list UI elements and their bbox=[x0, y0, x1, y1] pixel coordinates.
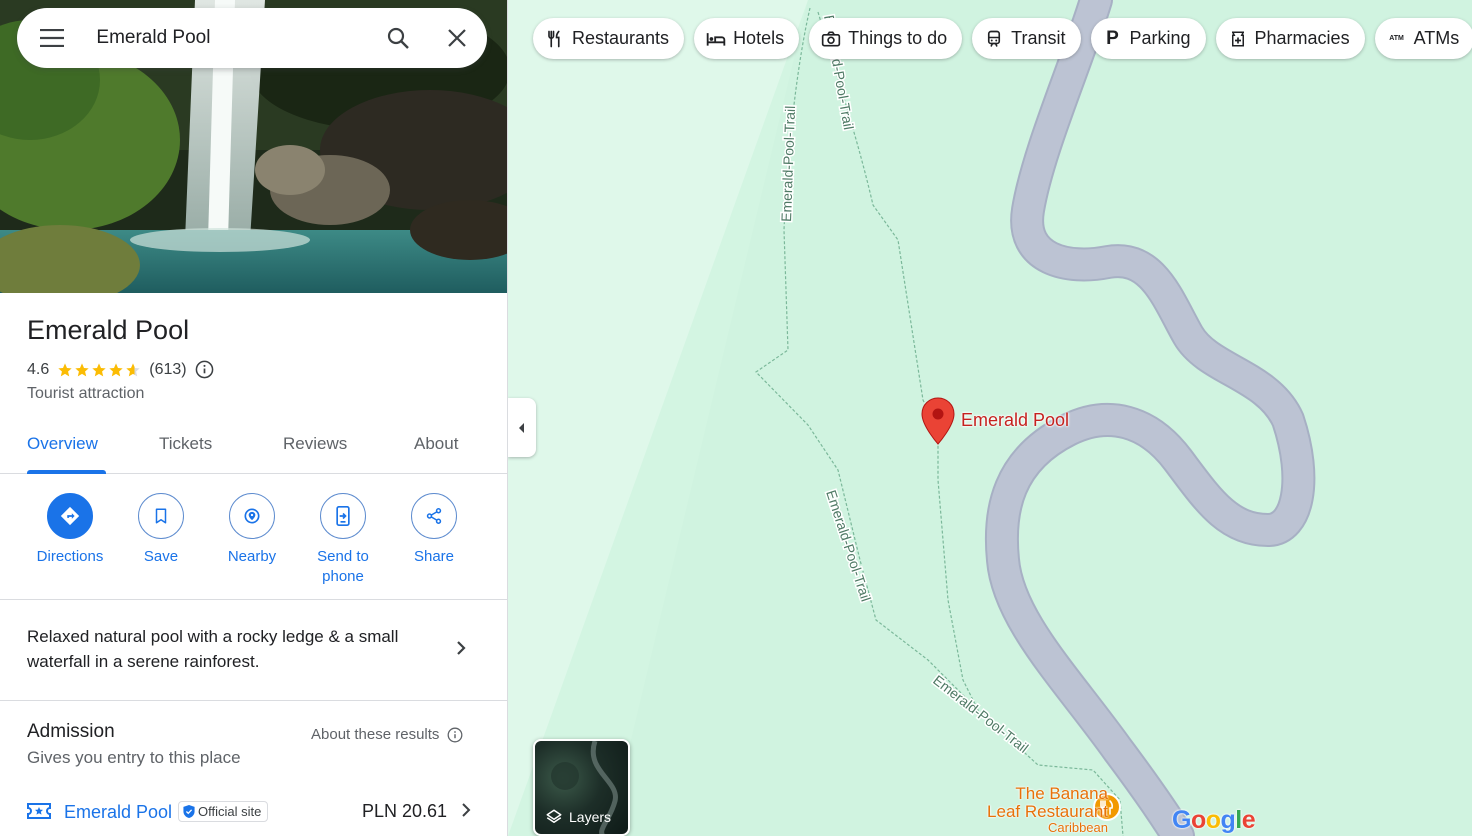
directions-icon bbox=[60, 506, 80, 526]
divider bbox=[0, 599, 507, 600]
poi-name-line2: Leaf Restaurant bbox=[987, 802, 1108, 821]
chip-label: Hotels bbox=[733, 28, 785, 48]
camera-icon bbox=[821, 29, 841, 49]
place-category[interactable]: Tourist attraction bbox=[27, 385, 144, 403]
place-panel: Emerald Pool 4.6 (613) Tourist attractio… bbox=[0, 0, 508, 836]
tab-tickets[interactable]: Tickets bbox=[159, 434, 212, 454]
hamburger-menu-icon bbox=[39, 29, 64, 47]
map-canvas[interactable]: Emerald-Pool-Trail Emerald-Pool-Trail Em… bbox=[508, 0, 1472, 836]
save-button[interactable]: Save bbox=[116, 493, 206, 567]
about-these-results-link[interactable]: About these results bbox=[311, 726, 463, 743]
official-site-label: Official site bbox=[198, 804, 262, 819]
atm-icon: ATM bbox=[1389, 35, 1404, 42]
pin-label[interactable]: Emerald Pool bbox=[961, 410, 1069, 431]
chip-restaurants[interactable]: Restaurants bbox=[533, 18, 685, 59]
nearby-button[interactable]: Nearby bbox=[207, 493, 297, 567]
star-icon bbox=[109, 362, 123, 376]
restaurant-icon bbox=[545, 29, 565, 49]
chip-label: Things to do bbox=[848, 28, 948, 48]
rating-stars bbox=[57, 362, 141, 378]
active-tab-indicator bbox=[27, 470, 106, 474]
place-tabs: Overview Tickets Reviews About bbox=[0, 424, 507, 474]
chip-pharmacies[interactable]: Pharmacies bbox=[1215, 18, 1365, 59]
search-button[interactable] bbox=[368, 8, 427, 68]
send-to-phone-button[interactable]: Send to phone bbox=[298, 493, 388, 587]
chip-hotels[interactable]: Hotels bbox=[694, 18, 800, 59]
ticket-price: PLN 20.61 bbox=[362, 801, 448, 821]
chip-label: Pharmacies bbox=[1254, 28, 1350, 48]
place-description[interactable]: Relaxed natural pool with a rocky ledge … bbox=[27, 624, 437, 674]
transit-icon bbox=[984, 29, 1004, 49]
divider bbox=[0, 700, 507, 701]
category-chips: Restaurants Hotels Things to do Transit … bbox=[533, 18, 1472, 59]
info-icon bbox=[447, 727, 463, 742]
close-icon bbox=[448, 29, 467, 47]
layers-label: Layers bbox=[569, 809, 612, 825]
rating-value: 4.6 bbox=[27, 360, 50, 378]
search-box bbox=[17, 8, 487, 68]
share-icon bbox=[426, 508, 442, 524]
admission-subtitle: Gives you entry to this place bbox=[27, 748, 241, 767]
ticket-icon bbox=[27, 801, 51, 826]
action-buttons: Directions Save Nearby Send to phone Sha… bbox=[0, 493, 507, 598]
tab-about[interactable]: About bbox=[414, 434, 458, 454]
star-icon bbox=[75, 362, 89, 376]
layers-button[interactable]: Layers bbox=[533, 739, 630, 836]
reviews-count[interactable]: (613) bbox=[149, 361, 186, 379]
chevron-right-icon bbox=[458, 801, 474, 824]
rating-row: 4.6 (613) bbox=[27, 360, 214, 379]
chip-label: Parking bbox=[1129, 28, 1191, 48]
description-expand-button[interactable] bbox=[451, 638, 471, 663]
send-to-phone-icon bbox=[336, 506, 350, 526]
chip-label: Restaurants bbox=[572, 28, 670, 48]
info-icon[interactable] bbox=[195, 360, 214, 379]
poi-label[interactable]: The Banana Leaf Restaurant Caribbean bbox=[948, 785, 1108, 835]
half-star-icon bbox=[126, 362, 140, 376]
clear-search-button[interactable] bbox=[428, 8, 487, 68]
layers-icon bbox=[546, 809, 562, 823]
star-icon bbox=[58, 362, 72, 376]
chip-things-to-do[interactable]: Things to do bbox=[809, 18, 963, 59]
nearby-label: Nearby bbox=[227, 548, 277, 565]
bookmark-icon bbox=[155, 508, 167, 524]
about-results-label: About these results bbox=[311, 726, 440, 743]
collapse-panel-button[interactable] bbox=[508, 398, 536, 457]
chevron-right-icon bbox=[457, 641, 466, 655]
parking-icon: P bbox=[1106, 27, 1119, 49]
directions-label: Directions bbox=[36, 548, 104, 565]
poi-subtitle: Caribbean bbox=[1048, 820, 1108, 835]
chip-atms[interactable]: ATM ATMs bbox=[1374, 18, 1472, 59]
verified-shield-icon bbox=[183, 805, 195, 818]
search-input[interactable] bbox=[96, 27, 365, 49]
tab-reviews[interactable]: Reviews bbox=[283, 434, 347, 454]
search-icon bbox=[387, 27, 409, 49]
ticket-provider-name: Emerald Pool bbox=[64, 802, 173, 822]
chip-label: Transit bbox=[1011, 28, 1066, 48]
admission-title: Admission bbox=[27, 721, 115, 742]
google-logo: Google bbox=[1172, 806, 1256, 834]
pharmacy-icon bbox=[1228, 29, 1248, 49]
save-label: Save bbox=[143, 548, 179, 565]
place-photo[interactable] bbox=[0, 0, 507, 293]
caret-left-icon bbox=[519, 422, 524, 433]
ticket-option-row[interactable]: Emerald Pool Official site PLN 20.61 bbox=[0, 793, 507, 833]
chip-parking[interactable]: P Parking bbox=[1090, 18, 1206, 59]
send-to-phone-label: Send to phone bbox=[317, 548, 369, 585]
poi-name-line1: The Banana bbox=[1015, 784, 1108, 803]
nearby-icon bbox=[244, 508, 260, 524]
share-button[interactable]: Share bbox=[389, 493, 479, 567]
menu-button[interactable] bbox=[17, 8, 86, 68]
directions-button[interactable]: Directions bbox=[25, 493, 115, 567]
chip-transit[interactable]: Transit bbox=[972, 18, 1081, 59]
chip-label: ATMs bbox=[1413, 28, 1460, 48]
share-label: Share bbox=[413, 548, 455, 565]
place-title: Emerald Pool bbox=[27, 315, 190, 345]
star-icon bbox=[92, 362, 106, 376]
official-site-badge: Official site bbox=[178, 801, 269, 822]
tab-overview[interactable]: Overview bbox=[27, 434, 98, 454]
hotel-icon bbox=[706, 29, 726, 49]
